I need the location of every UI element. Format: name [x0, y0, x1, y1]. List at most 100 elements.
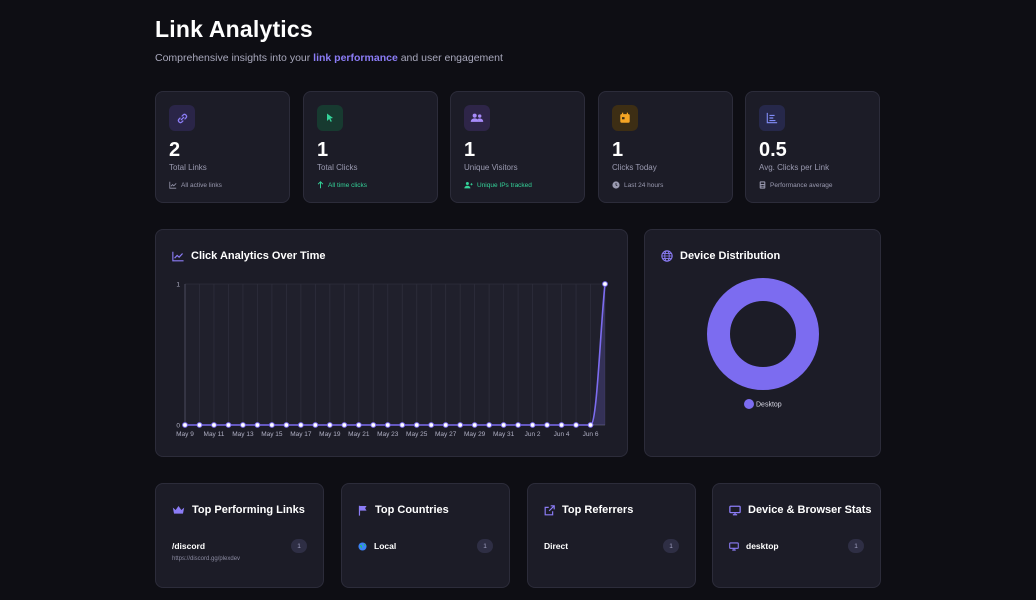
data-point: [297, 422, 304, 428]
panel-title-text: Device & Browser Stats: [748, 504, 872, 516]
flag-icon: [358, 505, 367, 516]
data-point: [182, 422, 188, 428]
top-link-item[interactable]: /discord: [172, 541, 205, 551]
cursor-icon: [317, 105, 343, 131]
device-item: desktop: [729, 541, 779, 551]
top-links-panel: Top Performing Links /discord https://di…: [155, 483, 324, 588]
y-tick-label: 0: [176, 423, 180, 430]
data-point: [384, 422, 391, 428]
x-tick-label: May 15: [261, 431, 283, 438]
top-referrers-panel: Top Referrers Direct 1: [527, 483, 696, 588]
country-name: Local: [374, 541, 397, 551]
stat-label: Total Links: [169, 163, 207, 172]
stat-sub-text: All active links: [181, 181, 222, 189]
calculator-icon: [759, 181, 766, 189]
users-icon: [464, 105, 490, 131]
subtitle-text-end: and user engagement: [397, 52, 503, 64]
x-tick-label: May 27: [435, 431, 457, 438]
earth-icon: [358, 541, 367, 551]
data-point: [268, 422, 275, 428]
x-tick-label: May 23: [377, 431, 399, 438]
top-referrers-title: Top Referrers: [544, 504, 633, 516]
device-browser-panel: Device & Browser Stats desktop 1: [712, 483, 881, 588]
data-point: [529, 422, 536, 428]
x-tick-label: May 31: [493, 431, 515, 438]
subtitle-text: Comprehensive insights into your: [155, 52, 314, 64]
x-tick-label: May 25: [406, 431, 428, 438]
stat-sub-text: Performance average: [770, 181, 833, 189]
click-analytics-panel: Click Analytics Over Time 0 1 May 9 May 11 M…: [155, 229, 628, 457]
x-tick-label: May 29: [464, 431, 486, 438]
device-browser-title: Device & Browser Stats: [729, 504, 872, 516]
referrer-count-badge: 1: [663, 539, 679, 553]
data-point: [413, 422, 420, 428]
calendar-icon: [612, 105, 638, 131]
stat-label: Unique Visitors: [464, 163, 518, 172]
arrow-up-icon: [317, 181, 324, 189]
data-point: [370, 422, 377, 428]
y-tick-label: 1: [176, 282, 180, 289]
data-point: [428, 422, 435, 428]
bar-chart-icon: [759, 105, 785, 131]
x-tick-label: Jun 2: [525, 431, 541, 438]
data-point: [355, 422, 362, 428]
stat-card-unique-visitors: 1 Unique Visitors Unique IPs tracked: [450, 91, 585, 203]
data-point: [500, 422, 507, 428]
subtitle-highlight: link performance: [313, 52, 398, 64]
data-point: [211, 422, 217, 428]
referrer-item: Direct: [544, 541, 568, 551]
data-point: [587, 422, 594, 428]
click-line-chart: 0 1 May 9 May 11 May 13 May 15 May 17 May 19 May…: [176, 281, 608, 438]
x-tick-label: May 11: [204, 431, 225, 438]
data-point: [442, 422, 449, 428]
data-point: [283, 422, 290, 428]
panel-title-text: Top Countries: [375, 504, 449, 516]
data-point: [326, 422, 333, 428]
stat-card-clicks-today: 1 Clicks Today Last 24 hours: [598, 91, 733, 203]
x-tick-label: May 21: [348, 431, 370, 438]
device-name: desktop: [746, 541, 779, 551]
data-point: [558, 422, 565, 428]
x-tick-label: Jun 6: [583, 431, 599, 438]
legend-label: Desktop: [756, 402, 782, 409]
stat-value: 2: [169, 139, 181, 161]
data-point: [602, 281, 608, 287]
data-point: [341, 422, 348, 428]
stat-card-total-links: 2 Total Links All active links: [155, 91, 290, 203]
plot-area: [185, 284, 605, 425]
top-links-title: Top Performing Links: [172, 504, 305, 516]
data-point: [515, 422, 522, 428]
stat-label: Clicks Today: [612, 163, 657, 172]
stat-sub-text: Unique IPs tracked: [477, 181, 532, 189]
data-point: [486, 422, 493, 428]
top-link-url: https://discord.gg/plexdev: [172, 556, 241, 562]
data-point: [399, 422, 406, 428]
data-point: [457, 422, 464, 428]
line-chart-icon: [169, 181, 177, 189]
stat-sub-text: All time clicks: [328, 181, 368, 189]
stat-label: Total Clicks: [317, 163, 358, 172]
x-tick-label: May 19: [319, 431, 341, 438]
external-link-icon: [544, 504, 555, 515]
country-count-badge: 1: [477, 539, 493, 553]
data-point: [573, 422, 579, 428]
stat-value: 1: [317, 139, 329, 161]
data-point: [240, 422, 246, 428]
x-tick-label: May 13: [232, 431, 254, 438]
monitor-icon: [729, 505, 741, 515]
top-link-count-badge: 1: [291, 539, 307, 553]
top-countries-panel: Top Countries Local 1: [341, 483, 510, 588]
data-point: [196, 422, 203, 428]
country-item: Local: [358, 541, 396, 551]
stat-sub-text: Last 24 hours: [624, 181, 664, 189]
top-link-path[interactable]: /discord: [172, 541, 205, 551]
legend-swatch: [744, 399, 754, 409]
crown-icon: [172, 505, 185, 514]
stat-sub: All time clicks: [317, 181, 367, 189]
data-point: [471, 422, 478, 428]
device-count-badge: 1: [848, 539, 864, 553]
stat-value: 1: [464, 139, 476, 161]
clock-icon: [612, 181, 620, 189]
x-tick-label: May 9: [176, 431, 194, 438]
stat-sub: All active links: [169, 181, 222, 189]
